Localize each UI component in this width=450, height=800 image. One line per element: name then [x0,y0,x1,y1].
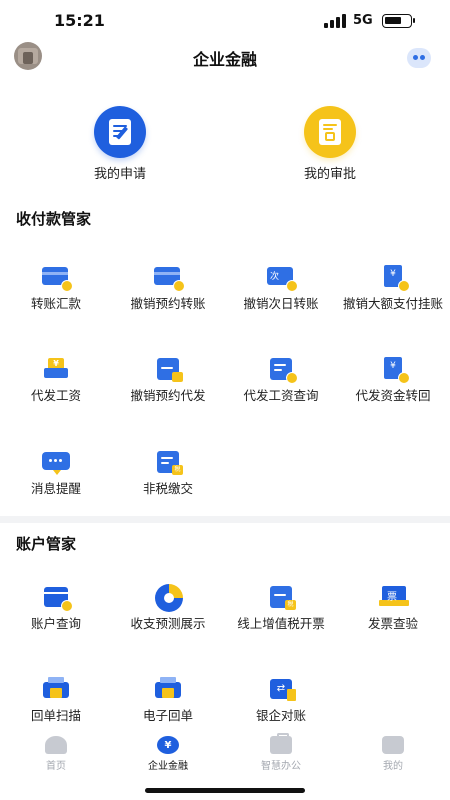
approval-doc-icon [304,106,356,158]
grid-item-cancel-scheduled-payroll[interactable]: 撤销预约代发 [112,356,224,404]
grid-item-label: 撤销预约转账 [130,296,206,311]
reconciliation-icon: ⇄ [266,676,296,702]
grid-item-payroll-query[interactable]: 代发工资查询 [225,356,337,404]
grid-item-cancel-large-payment[interactable]: ¥ 撤销大额支付挂账 [337,264,449,312]
account-query-icon [41,584,73,612]
grid-item-label: 撤销预约代发 [130,388,206,403]
tab-bar: 首页 ¥ 企业金融 智慧办公 我的 [0,733,450,776]
grid-item-label: 账户查询 [30,616,81,631]
home-icon [45,736,67,754]
grid-item-label: 撤销次日转账 [243,296,319,311]
e-receipt-icon [153,676,183,702]
grid-item-forecast[interactable]: 收支预测展示 [112,584,224,632]
grid-item-non-tax-payment[interactable]: 税 非税缴交 [112,449,224,497]
cancel-scheduled-transfer-icon [153,264,185,292]
grid-item-vat-invoice[interactable]: 税 线上增值税开票 [225,584,337,632]
customer-service-icon[interactable] [407,48,431,68]
network-label: 5G [353,13,373,28]
payroll-refund-icon: ¥ [378,356,410,384]
grid-item-messages[interactable]: 消息提醒 [0,449,112,497]
grid-item-invoice-check[interactable]: 票 发票查验 [337,584,449,632]
tab-smart-office[interactable]: 智慧办公 [225,733,337,772]
cancel-next-day-transfer-icon: 次 [266,264,298,292]
accounts-section-title: 账户管家 [16,535,77,553]
transfer-card-icon [41,264,73,292]
my-approvals-button[interactable]: 我的审批 [270,106,390,182]
grid-item-receipt-scan[interactable]: 回单扫描 [0,676,112,724]
grid-item-label: 收支预测展示 [130,616,206,631]
grid-item-account-query[interactable]: 账户查询 [0,584,112,632]
quick-action-label: 我的审批 [303,167,356,182]
header: 企业金融 [0,42,450,72]
battery-icon [382,14,415,28]
payroll-query-icon [266,356,298,384]
signal-icon [324,14,348,28]
tab-label: 企业金融 [148,761,188,772]
user-icon [382,736,404,754]
forecast-pie-icon [153,584,183,612]
grid-item-label: 撤销大额支付挂账 [342,296,443,311]
yuan-icon: ¥ [157,736,179,754]
tab-label: 我的 [383,761,403,772]
page-title: 企业金融 [192,50,257,69]
grid-item-label: 代发工资 [30,388,81,403]
grid-item-label: 回单扫描 [30,708,81,723]
receipt-scan-icon [41,676,71,702]
payroll-icon: ¥ [41,356,71,382]
grid-item-cancel-scheduled-transfer[interactable]: 撤销预约转账 [112,264,224,312]
grid-item-label: 非税缴交 [142,481,193,496]
payments-section-title: 收付款管家 [16,210,92,228]
grid-item-transfer[interactable]: 转账汇款 [0,264,112,312]
tab-corporate-finance[interactable]: ¥ 企业金融 [112,736,224,772]
home-indicator [145,788,305,793]
grid-item-e-receipt[interactable]: 电子回单 [112,676,224,724]
status-time: 15:21 [54,11,105,30]
grid-item-label: 银企对账 [255,708,306,723]
tab-label: 首页 [46,761,66,772]
grid-item-label: 消息提醒 [30,481,81,496]
grid-item-cancel-next-day-transfer[interactable]: 次 撤销次日转账 [225,264,337,312]
tab-mine[interactable]: 我的 [337,736,449,772]
quick-action-label: 我的申请 [93,167,146,182]
non-tax-payment-icon: 税 [153,449,183,475]
application-doc-icon [94,106,146,158]
tab-label: 智慧办公 [261,761,301,772]
message-icon [41,449,71,475]
grid-item-label: 代发资金转回 [355,388,431,403]
grid-item-payroll-refund[interactable]: ¥ 代发资金转回 [337,356,449,404]
grid-item-label: 线上增值税开票 [237,616,325,631]
vat-invoice-icon: 税 [266,584,296,610]
my-applications-button[interactable]: 我的申请 [60,106,180,182]
grid-item-reconciliation[interactable]: ⇄ 银企对账 [225,676,337,724]
tab-home[interactable]: 首页 [0,736,112,772]
grid-item-payroll[interactable]: ¥ 代发工资 [0,356,112,404]
grid-item-label: 代发工资查询 [243,388,319,403]
grid-item-label: 发票查验 [367,616,418,631]
cancel-scheduled-payroll-icon [153,356,183,382]
status-bar: 15:21 5G [0,0,450,42]
briefcase-icon [270,733,292,754]
grid-item-label: 电子回单 [142,708,193,723]
cancel-large-payment-icon: ¥ [378,264,410,292]
invoice-check-icon: 票 [378,584,409,610]
section-divider [0,516,450,523]
grid-item-label: 转账汇款 [30,296,81,311]
